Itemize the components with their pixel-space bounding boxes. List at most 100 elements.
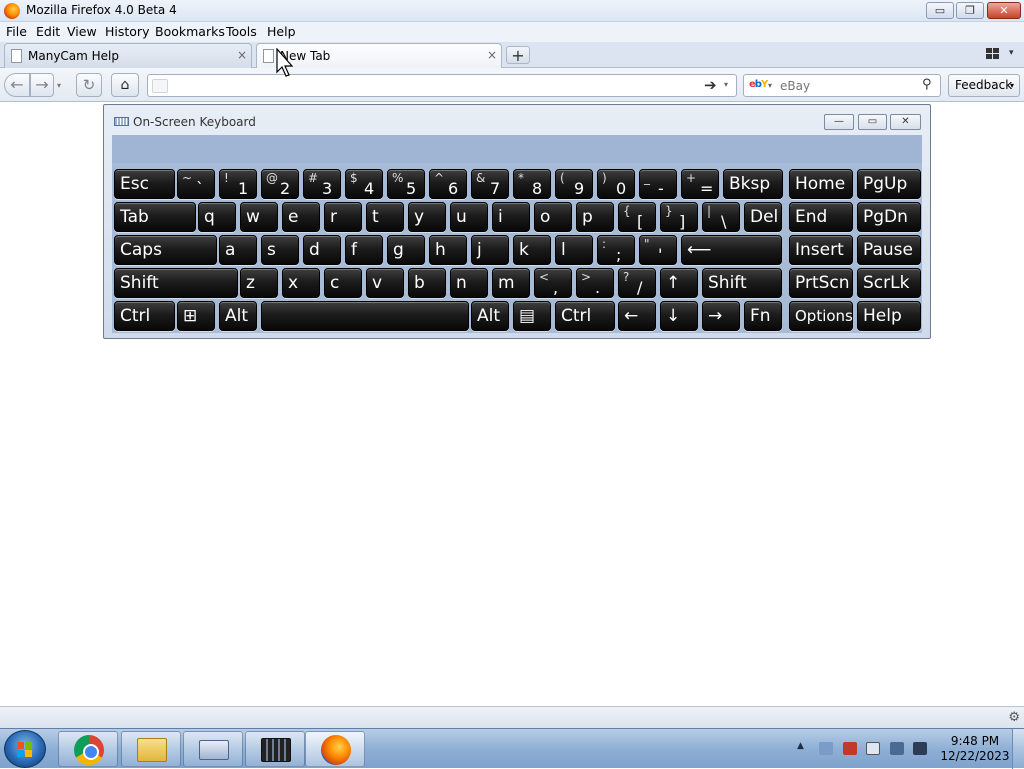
key-esc[interactable]: Esc [114,169,175,199]
key-symbol-1-13[interactable]: | \ [702,202,740,232]
site-identity-icon[interactable] [152,79,168,93]
menu-history[interactable]: History [105,24,149,39]
network-tray-icon[interactable] [819,742,833,755]
menu-help[interactable]: Help [267,24,296,39]
key-y[interactable]: y [408,202,446,232]
display-tray-icon[interactable] [890,742,904,755]
ebay-engine-icon[interactable]: ebY [749,79,768,90]
key-1[interactable]: ! 1 [219,169,257,199]
key-alt[interactable]: Alt [219,301,257,331]
key-a[interactable]: a [219,235,257,265]
key-u[interactable]: u [450,202,488,232]
key-pause[interactable]: Pause [857,235,921,265]
key-home[interactable]: Home [789,169,853,199]
key-help[interactable]: Help [857,301,921,331]
key-b[interactable]: b [408,268,446,298]
key-symbol-3-9[interactable]: >. [576,268,614,298]
key-8[interactable]: * 8 [513,169,551,199]
taskbar-chrome[interactable] [58,731,118,767]
key-i[interactable]: i [492,202,530,232]
key-scrlk[interactable]: ScrLk [857,268,921,298]
clock[interactable]: 9:48 PM 12/22/2023 [935,734,1015,764]
key-end[interactable]: End [789,202,853,232]
volume-muted-icon[interactable] [913,742,927,755]
key-insert[interactable]: Insert [789,235,853,265]
key-del[interactable]: Del [744,202,782,232]
reload-button[interactable]: ↻ [76,73,102,97]
key-c[interactable]: c [324,268,362,298]
key-t[interactable]: t [366,202,404,232]
key-symbol-1-12[interactable]: }] [660,202,698,232]
new-tab-button[interactable]: + [506,46,530,65]
url-history-dropdown-icon[interactable]: ▾ [724,80,728,89]
home-button[interactable]: ⌂ [111,73,139,97]
key-w[interactable]: w [240,202,278,232]
start-button[interactable] [4,730,46,768]
history-dropdown-icon[interactable]: ▾ [57,81,61,90]
key-e[interactable]: e [282,202,320,232]
key-s[interactable]: s [261,235,299,265]
feedback-button[interactable]: Feedback ▾ [948,74,1020,97]
show-desktop-button[interactable] [1012,729,1024,769]
key-h[interactable]: h [429,235,467,265]
key-shift[interactable]: Shift [702,268,782,298]
tab-close-icon[interactable]: × [487,48,497,62]
menu-tools[interactable]: Tools [226,24,257,39]
menu-view[interactable]: View [67,24,97,39]
key-m[interactable]: m [492,268,530,298]
key-k[interactable]: k [513,235,551,265]
key-p[interactable]: p [576,202,614,232]
key-symbol-2-10[interactable]: :; [597,235,635,265]
key-9[interactable]: (9 [555,169,593,199]
key-pgup[interactable]: PgUp [857,169,921,199]
key-r[interactable]: r [324,202,362,232]
key-symbol-0-12[interactable]: _ - [639,169,677,199]
key-ctrl[interactable]: Ctrl [555,301,615,331]
key-o[interactable]: o [534,202,572,232]
key-symbol-1-11[interactable]: {[ [618,202,656,232]
key-n[interactable]: n [450,268,488,298]
key-prtscn[interactable]: PrtScn [789,268,853,298]
search-engine-dropdown-icon[interactable]: ▾ [768,81,772,90]
key-up-arrow[interactable]: ↑ [660,268,698,298]
forward-button[interactable]: → [30,73,54,97]
key-windows[interactable]: ⊞ [177,301,215,331]
menu-edit[interactable]: Edit [36,24,60,39]
osk-title-bar[interactable]: On-Screen Keyboard — ▭ ✕ [104,105,930,135]
taskbar-movie-maker[interactable] [245,731,305,767]
manycam-tray-icon[interactable] [843,742,857,755]
key-0[interactable]: ) 0 [597,169,635,199]
key-5[interactable]: % 5 [387,169,425,199]
key-l[interactable]: l [555,235,593,265]
key-q[interactable]: q [198,202,236,232]
key-tab[interactable]: Tab [114,202,196,232]
action-center-flag-icon[interactable] [866,742,880,755]
osk-minimize-button[interactable]: — [824,114,854,130]
back-button[interactable]: ← [4,73,30,97]
key-7[interactable]: & 7 [471,169,509,199]
close-button[interactable]: ✕ [987,2,1021,19]
tab-manycam-help[interactable]: ManyCam Help × [4,43,252,68]
search-box[interactable]: ebY ▾ ⚲ [743,74,941,97]
key-z[interactable]: z [240,268,278,298]
key-caps[interactable]: Caps [114,235,217,265]
key-symbol-3-8[interactable]: <, [534,268,572,298]
key-v[interactable]: v [366,268,404,298]
list-all-tabs-icon[interactable] [986,48,1000,60]
key-2[interactable]: @2 [261,169,299,199]
url-bar[interactable]: ➔ ▾ [147,74,737,97]
key-g[interactable]: g [387,235,425,265]
addon-bar-settings-icon[interactable]: ⚙ [1008,710,1020,725]
key-options[interactable]: Options [789,301,853,331]
taskbar-firefox[interactable] [305,731,365,767]
taskbar-explorer[interactable] [121,731,181,767]
key-4[interactable]: $4 [345,169,383,199]
key-3[interactable]: #3 [303,169,341,199]
search-icon[interactable]: ⚲ [922,77,932,92]
tab-list-dropdown-icon[interactable]: ▾ [1009,48,1014,58]
on-screen-keyboard-window[interactable]: On-Screen Keyboard — ▭ ✕ Esc ~ `! 1 @2 #3 $4% 5… [103,104,931,339]
key-x[interactable]: x [282,268,320,298]
key-pgdn[interactable]: PgDn [857,202,921,232]
minimize-button[interactable]: ▭ [926,2,954,19]
go-arrow-icon[interactable]: ➔ [704,76,717,94]
